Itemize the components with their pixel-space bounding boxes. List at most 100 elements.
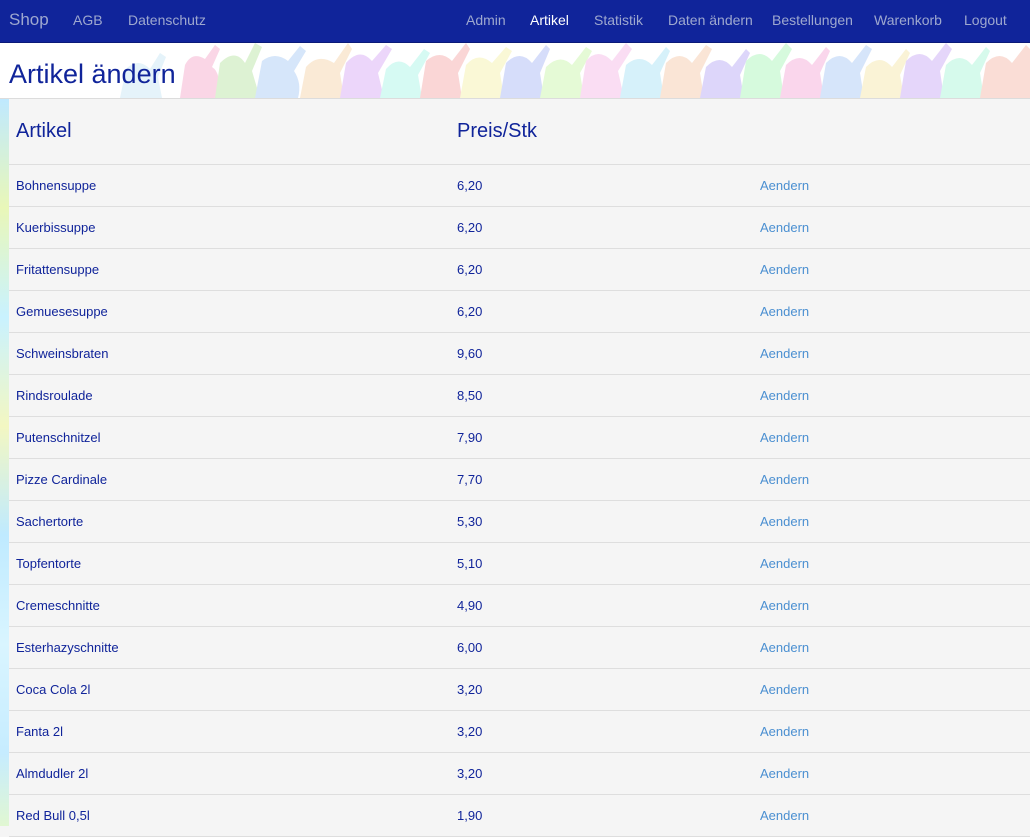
article-table-container: Artikel Preis/Stk Bohnensuppe 6,20 Aendern… [9, 99, 1030, 837]
article-name: Bohnensuppe [9, 164, 450, 207]
article-name: Coca Cola 2l [9, 668, 450, 711]
article-name: Topfentorte [9, 542, 450, 585]
article-name: Fritattensuppe [9, 248, 450, 291]
edit-article-link[interactable]: Aendern [760, 430, 809, 445]
nav-logout[interactable]: Logout [964, 12, 1007, 28]
page-title: Artikel ändern [9, 59, 176, 89]
nav-daten-aendern[interactable]: Daten ändern [668, 12, 753, 28]
nav-artikel[interactable]: Artikel [530, 12, 569, 28]
table-row: Fritattensuppe 6,20 Aendern [9, 248, 1030, 291]
table-row: Kuerbissuppe 6,20 Aendern [9, 206, 1030, 249]
edit-article-link[interactable]: Aendern [760, 304, 809, 319]
nav-datenschutz[interactable]: Datenschutz [128, 12, 206, 28]
article-price: 7,90 [450, 416, 753, 459]
article-price: 6,00 [450, 626, 753, 669]
article-action-cell: Aendern [753, 458, 1030, 501]
article-name: Rindsroulade [9, 374, 450, 417]
edit-article-link[interactable]: Aendern [760, 262, 809, 277]
article-name: Kuerbissuppe [9, 206, 450, 249]
article-name: Putenschnitzel [9, 416, 450, 459]
edit-article-link[interactable]: Aendern [760, 388, 809, 403]
article-name: Red Bull 0,5l [9, 794, 450, 837]
nav-statistik[interactable]: Statistik [594, 12, 643, 28]
top-navbar: Shop AGB Datenschutz Admin Artikel Stati… [0, 0, 1030, 43]
article-price: 9,60 [450, 332, 753, 375]
article-action-cell: Aendern [753, 794, 1030, 837]
article-price: 3,20 [450, 752, 753, 795]
article-price: 6,20 [450, 164, 753, 207]
article-action-cell: Aendern [753, 206, 1030, 249]
edit-article-link[interactable]: Aendern [760, 514, 809, 529]
edit-article-link[interactable]: Aendern [760, 178, 809, 193]
edit-article-link[interactable]: Aendern [760, 346, 809, 361]
column-header-artikel: Artikel [9, 99, 450, 165]
article-name: Almdudler 2l [9, 752, 450, 795]
article-price: 5,30 [450, 500, 753, 543]
table-row: Pizze Cardinale 7,70 Aendern [9, 458, 1030, 501]
article-name: Gemuesesuppe [9, 290, 450, 333]
article-action-cell: Aendern [753, 668, 1030, 711]
table-row: Bohnensuppe 6,20 Aendern [9, 164, 1030, 207]
nav-admin[interactable]: Admin [466, 12, 506, 28]
article-price: 6,20 [450, 206, 753, 249]
table-row: Esterhazyschnitte 6,00 Aendern [9, 626, 1030, 669]
article-action-cell: Aendern [753, 626, 1030, 669]
article-price: 3,20 [450, 710, 753, 753]
article-action-cell: Aendern [753, 542, 1030, 585]
article-action-cell: Aendern [753, 164, 1030, 207]
article-price: 3,20 [450, 668, 753, 711]
nav-agb[interactable]: AGB [73, 12, 103, 28]
table-row: Schweinsbraten 9,60 Aendern [9, 332, 1030, 375]
edit-article-link[interactable]: Aendern [760, 766, 809, 781]
article-action-cell: Aendern [753, 248, 1030, 291]
table-row: Cremeschnitte 4,90 Aendern [9, 584, 1030, 627]
article-name: Cremeschnitte [9, 584, 450, 627]
article-price: 7,70 [450, 458, 753, 501]
edit-article-link[interactable]: Aendern [760, 640, 809, 655]
article-action-cell: Aendern [753, 584, 1030, 627]
column-header-action [753, 99, 1030, 165]
table-row: Gemuesesuppe 6,20 Aendern [9, 290, 1030, 333]
table-row: Almdudler 2l 3,20 Aendern [9, 752, 1030, 795]
table-row: Rindsroulade 8,50 Aendern [9, 374, 1030, 417]
article-price: 1,90 [450, 794, 753, 837]
table-row: Sachertorte 5,30 Aendern [9, 500, 1030, 543]
brand-link[interactable]: Shop [9, 10, 49, 30]
table-row: Fanta 2l 3,20 Aendern [9, 710, 1030, 753]
article-action-cell: Aendern [753, 752, 1030, 795]
article-name: Schweinsbraten [9, 332, 450, 375]
article-action-cell: Aendern [753, 332, 1030, 375]
article-price: 4,90 [450, 584, 753, 627]
edit-article-link[interactable]: Aendern [760, 220, 809, 235]
article-name: Sachertorte [9, 500, 450, 543]
article-table: Artikel Preis/Stk Bohnensuppe 6,20 Aendern… [9, 99, 1030, 837]
table-row: Putenschnitzel 7,90 Aendern [9, 416, 1030, 459]
article-action-cell: Aendern [753, 500, 1030, 543]
edit-article-link[interactable]: Aendern [760, 724, 809, 739]
table-row: Coca Cola 2l 3,20 Aendern [9, 668, 1030, 711]
edit-article-link[interactable]: Aendern [760, 598, 809, 613]
table-row: Topfentorte 5,10 Aendern [9, 542, 1030, 585]
column-header-preis: Preis/Stk [450, 99, 753, 165]
article-name: Esterhazyschnitte [9, 626, 450, 669]
edit-article-link[interactable]: Aendern [760, 472, 809, 487]
article-action-cell: Aendern [753, 374, 1030, 417]
decorative-left-strip [0, 99, 9, 826]
table-header-row: Artikel Preis/Stk [9, 99, 1030, 165]
table-row: Red Bull 0,5l 1,90 Aendern [9, 794, 1030, 837]
nav-warenkorb[interactable]: Warenkorb [874, 12, 942, 28]
edit-article-link[interactable]: Aendern [760, 556, 809, 571]
article-price: 8,50 [450, 374, 753, 417]
article-action-cell: Aendern [753, 416, 1030, 459]
nav-bestellungen[interactable]: Bestellungen [772, 12, 853, 28]
edit-article-link[interactable]: Aendern [760, 682, 809, 697]
article-table-body: Bohnensuppe 6,20 Aendern Kuerbissuppe 6,20 Ae… [9, 164, 1030, 837]
article-price: 6,20 [450, 290, 753, 333]
article-price: 6,20 [450, 248, 753, 291]
article-action-cell: Aendern [753, 290, 1030, 333]
article-action-cell: Aendern [753, 710, 1030, 753]
article-name: Fanta 2l [9, 710, 450, 753]
article-price: 5,10 [450, 542, 753, 585]
article-name: Pizze Cardinale [9, 458, 450, 501]
edit-article-link[interactable]: Aendern [760, 808, 809, 823]
